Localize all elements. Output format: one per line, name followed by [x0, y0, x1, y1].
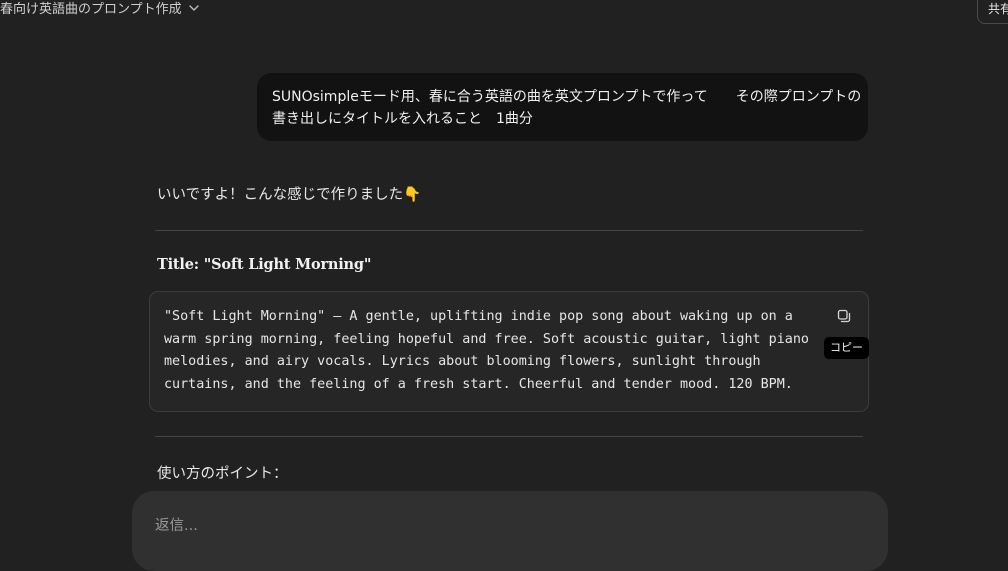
code-line: melodies, and airy vocals. Lyrics about …	[164, 354, 761, 370]
code-line: "Soft Light Morning" — A gentle, uplifti…	[164, 309, 793, 324]
chat-title[interactable]: 春向け英語曲のプロンプト作成	[0, 0, 182, 17]
chevron-down-icon[interactable]	[187, 1, 201, 15]
assistant-intro-text: いいですよ！こんな感じで作りました👇	[157, 187, 422, 203]
copy-icon[interactable]	[836, 308, 852, 324]
reply-input[interactable]	[153, 512, 857, 540]
divider	[155, 436, 863, 437]
reply-composer	[132, 491, 888, 571]
user-message-line: 書き出しにタイトルを入れること 1曲分	[272, 111, 533, 127]
user-message-bubble: SUNOsimpleモード用、春に合う英語の曲を英文プロンプトで作って その際プ…	[257, 73, 868, 141]
code-line: warm spring morning, feeling hopeful and…	[164, 331, 809, 347]
user-message-line: SUNOsimpleモード用、春に合う英語の曲を英文プロンプトで作って その際プ…	[272, 89, 862, 105]
copy-tooltip: コピー	[824, 337, 869, 359]
top-bar: 春向け英語曲のプロンプト作成 共有	[0, 0, 1008, 24]
usage-points-heading: 使い方のポイント：	[157, 466, 288, 482]
code-block: "Soft Light Morning" — A gentle, uplifti…	[149, 291, 869, 412]
prompt-title-heading: Title: "Soft Light Morning"	[157, 256, 372, 273]
code-block-text[interactable]: "Soft Light Morning" — A gentle, uplifti…	[164, 306, 820, 398]
divider	[155, 230, 863, 231]
share-button[interactable]: 共有	[977, 0, 1008, 24]
share-button-label: 共有	[988, 2, 1008, 16]
code-line: curtains, and the feeling of a fresh sta…	[164, 376, 793, 392]
